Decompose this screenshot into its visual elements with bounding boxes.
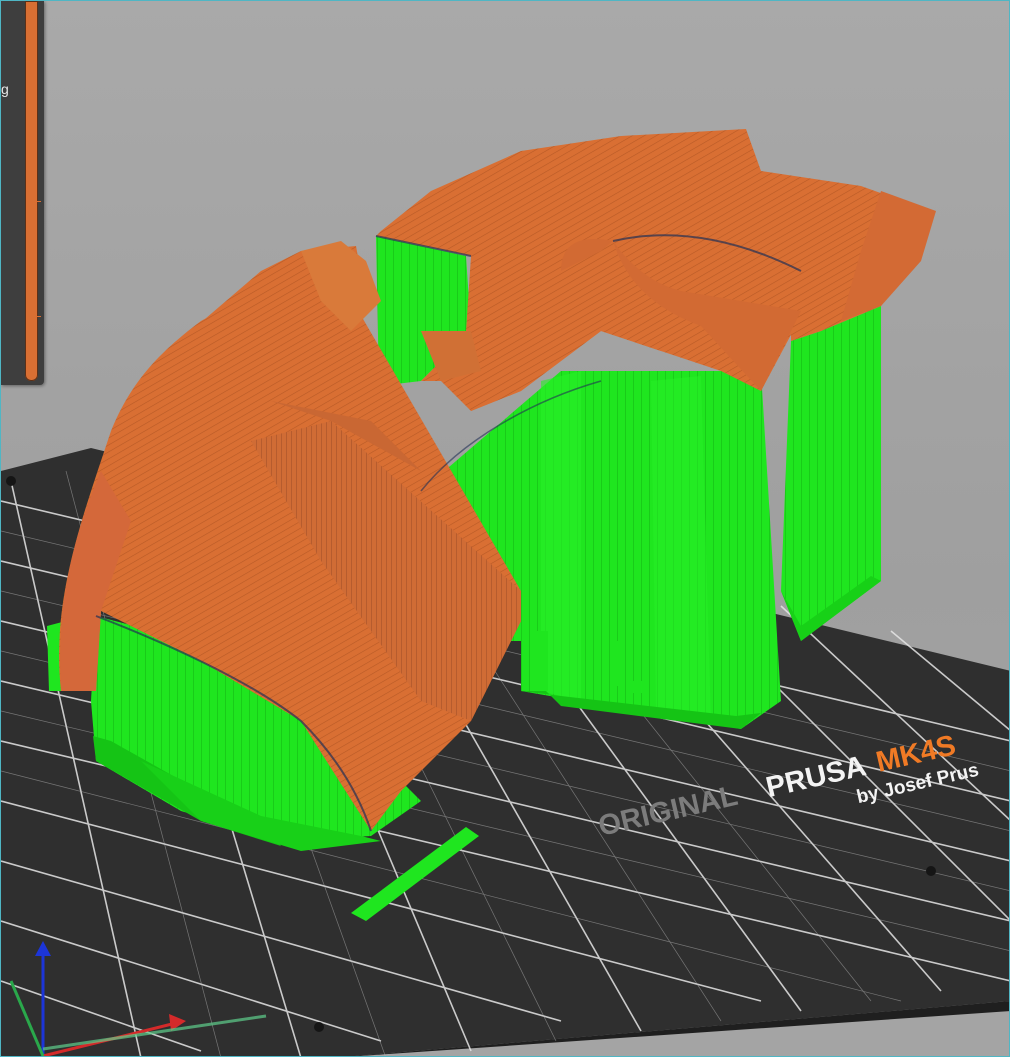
bed-screw-hole-icon	[314, 1022, 324, 1032]
slider-tick	[27, 201, 41, 202]
preview-scene[interactable]: ORIGINAL PRUSA MK4S by Josef Prus	[1, 1, 1010, 1057]
layer-range-slider[interactable]	[25, 1, 41, 381]
layer-legend-panel: g	[1, 1, 44, 385]
slider-tick	[27, 316, 41, 317]
bed-screw-hole-icon	[6, 476, 16, 486]
legend-label: g	[1, 81, 9, 97]
bed-screw-hole-icon	[926, 866, 936, 876]
3d-preview-viewport[interactable]: ORIGINAL PRUSA MK4S by Josef Prus g	[0, 0, 1010, 1057]
